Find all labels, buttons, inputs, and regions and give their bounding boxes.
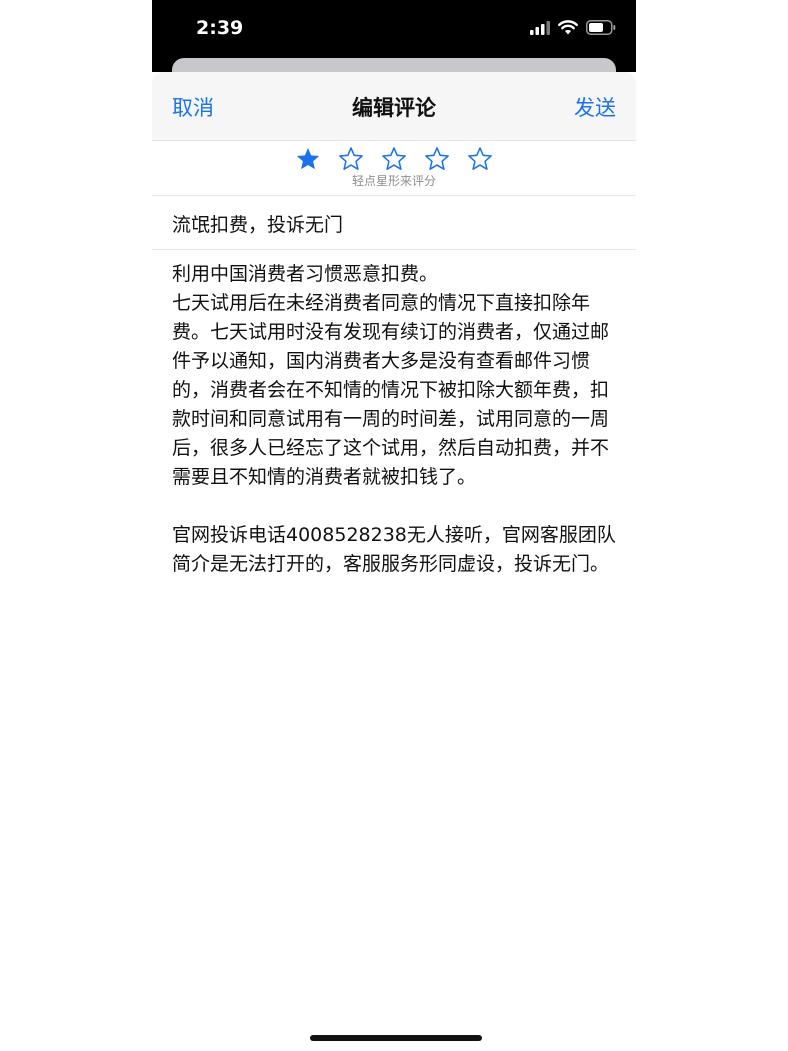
phone-screen: 2:39 取消 编辑评论 发送 轻点星形来评分 流氓扣费，投诉无门 利用中国消费…	[152, 0, 636, 1051]
review-title-field[interactable]: 流氓扣费，投诉无门	[172, 210, 616, 237]
star-outline-icon[interactable]	[424, 146, 450, 172]
home-indicator	[310, 1035, 482, 1041]
page-title: 编辑评论	[352, 96, 436, 120]
nav-bar: 取消 编辑评论 发送	[152, 72, 636, 141]
cancel-button[interactable]: 取消	[172, 92, 214, 122]
status-icons	[530, 20, 616, 35]
wifi-icon	[558, 20, 578, 35]
battery-icon	[586, 20, 616, 35]
edit-review-sheet: 取消 编辑评论 发送 轻点星形来评分 流氓扣费，投诉无门 利用中国消费者习惯恶意…	[152, 72, 636, 1051]
divider-rating	[152, 195, 636, 196]
star-outline-icon[interactable]	[338, 146, 364, 172]
divider-title	[152, 249, 636, 250]
star-outline-icon[interactable]	[467, 146, 493, 172]
star-rating: 轻点星形来评分	[152, 144, 636, 196]
send-button[interactable]: 发送	[574, 92, 616, 122]
star-filled-icon[interactable]	[295, 146, 321, 172]
star-outline-icon[interactable]	[381, 146, 407, 172]
star-row	[152, 144, 636, 172]
status-time: 2:39	[196, 17, 244, 39]
review-body-field[interactable]: 利用中国消费者习惯恶意扣费。 七天试用后在未经消费者同意的情况下直接扣除年费。七…	[172, 260, 616, 579]
rating-hint: 轻点星形来评分	[351, 174, 436, 188]
cellular-signal-icon	[530, 20, 550, 35]
page: 2:39 取消 编辑评论 发送 轻点星形来评分 流氓扣费，投诉无门 利用中国消费…	[0, 0, 788, 1051]
